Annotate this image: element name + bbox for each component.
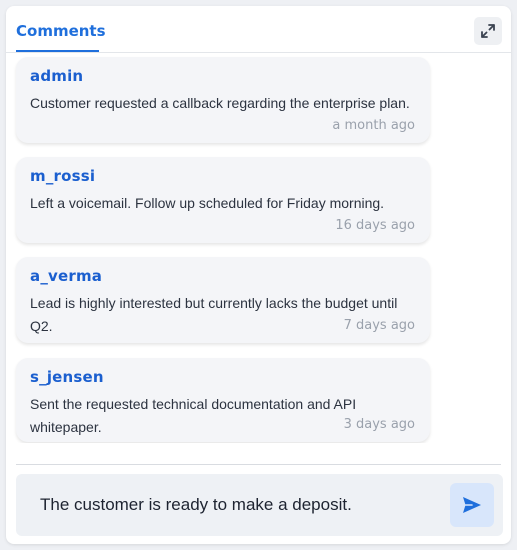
comment-timestamp: a month ago — [332, 118, 415, 133]
composer-divider — [16, 464, 501, 465]
comment-input[interactable] — [16, 474, 436, 536]
expand-button[interactable] — [474, 17, 502, 45]
comment-card: admin Customer requested a callback rega… — [16, 57, 430, 143]
comment-timestamp: 3 days ago — [343, 417, 415, 432]
comment-author[interactable]: admin — [30, 67, 83, 85]
panel-header: Comments — [6, 6, 511, 53]
comment-card: s_jensen Sent the requested technical do… — [16, 358, 430, 442]
comment-text: Left a voicemail. Follow up scheduled fo… — [30, 195, 385, 211]
comment-author[interactable]: a_verma — [30, 267, 102, 285]
comment-author[interactable]: s_jensen — [30, 368, 104, 386]
comment-text: Customer requested a callback regarding … — [30, 95, 410, 111]
comment-composer — [16, 474, 503, 536]
send-icon — [463, 497, 481, 513]
comment-text: Sent the requested technical documentati… — [30, 396, 357, 435]
comment-card: m_rossi Left a voicemail. Follow up sche… — [16, 157, 430, 243]
send-button[interactable] — [450, 483, 494, 527]
comment-author[interactable]: m_rossi — [30, 167, 95, 185]
tab-comments[interactable]: Comments — [16, 20, 106, 52]
comments-panel: Comments admin Customer requested a call… — [6, 6, 511, 544]
comment-card: a_verma Lead is highly interested but cu… — [16, 257, 430, 343]
expand-arrows-icon — [481, 24, 495, 38]
comment-timestamp: 16 days ago — [335, 218, 415, 233]
comments-list[interactable]: admin Customer requested a callback rega… — [6, 53, 511, 443]
comment-timestamp: 7 days ago — [343, 318, 415, 333]
